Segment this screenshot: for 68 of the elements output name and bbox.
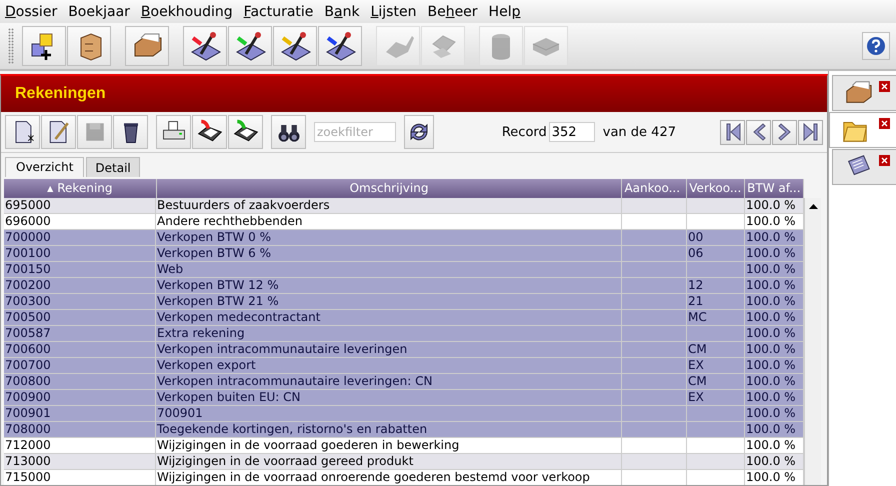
- side-tab[interactable]: [832, 149, 896, 185]
- table-cell: 100.0 %: [745, 198, 804, 214]
- table-cell: 100.0 %: [745, 438, 804, 454]
- tab[interactable]: Detail: [86, 157, 140, 177]
- side-tab[interactable]: [829, 112, 896, 148]
- toolbar-button[interactable]: [228, 115, 263, 149]
- toolbar-button[interactable]: [271, 115, 306, 149]
- sort-glyph: ▲: [47, 184, 54, 193]
- table-cell: 100.0 %: [745, 278, 804, 294]
- last-icon: [802, 122, 820, 142]
- toolbar-button[interactable]: [156, 115, 191, 149]
- first-button[interactable]: [720, 120, 745, 144]
- menu-item[interactable]: Boekhouding: [140, 4, 233, 20]
- help-button[interactable]: [862, 32, 890, 60]
- table-cell: 100.0 %: [745, 390, 804, 406]
- record-field[interactable]: 352: [548, 122, 595, 142]
- table-cell: 100.0 %: [745, 326, 804, 342]
- table-cell: 100.0 %: [745, 310, 804, 326]
- close-icon[interactable]: [879, 118, 890, 129]
- table-cell: 100.0 %: [745, 246, 804, 262]
- tab[interactable]: Overzicht: [5, 157, 84, 177]
- toolbar-button[interactable]: [183, 26, 227, 66]
- table-cell: 715000: [4, 470, 156, 485]
- scroll-up-icon: [808, 204, 818, 209]
- close-icon[interactable]: [879, 155, 890, 166]
- toolbar-button[interactable]: [192, 115, 227, 149]
- record-total: van de 427: [602, 124, 676, 140]
- table-cell: Wijzigingen in de voorraad onroerende goederen bestemd voor verkoop: [156, 470, 622, 485]
- table-cell: 100.0 %: [745, 406, 804, 422]
- side-tab[interactable]: [832, 75, 896, 111]
- table-cell: 100.0 %: [745, 422, 804, 438]
- help-icon: [866, 36, 886, 56]
- table-cell: 100.0 %: [745, 342, 804, 358]
- refresh-button[interactable]: [404, 115, 434, 149]
- menu-item[interactable]: Boekjaar: [68, 4, 130, 20]
- toolbar-button[interactable]: [67, 26, 111, 66]
- menu-item[interactable]: Lijsten: [370, 4, 416, 20]
- toolbar-button[interactable]: [318, 26, 362, 66]
- toolbar-button[interactable]: [228, 26, 272, 66]
- toolbar-button[interactable]: [113, 115, 148, 149]
- menu-item[interactable]: Beheer: [427, 4, 478, 20]
- search-field[interactable]: zoekfilter: [314, 122, 396, 142]
- last-button[interactable]: [798, 120, 823, 144]
- next-icon: [776, 122, 794, 142]
- table-cell: 100.0 %: [745, 294, 804, 310]
- menu-item[interactable]: Help: [488, 4, 520, 20]
- toolbar-button[interactable]: [125, 26, 169, 66]
- table-cell: 100.0 %: [745, 230, 804, 246]
- table-cell: 100.0 %: [745, 262, 804, 278]
- toolbar-button[interactable]: [273, 26, 317, 66]
- menu-item[interactable]: Dossier: [5, 4, 58, 20]
- table-cell: 100.0 %: [745, 470, 804, 485]
- toolbar-button[interactable]: [22, 26, 66, 66]
- menu-item[interactable]: Bank: [324, 4, 360, 20]
- record-label: Record: [502, 124, 547, 140]
- prev-button[interactable]: [746, 120, 771, 144]
- table-cell: 100.0 %: [745, 214, 804, 230]
- next-button[interactable]: [772, 120, 797, 144]
- toolbar-button[interactable]: [5, 115, 40, 149]
- table-cell: 100.0 %: [745, 454, 804, 470]
- close-icon[interactable]: [879, 81, 890, 92]
- panel-title: Rekeningen: [1, 76, 827, 112]
- table-cell: 100.0 %: [745, 374, 804, 390]
- scrollbar[interactable]: [804, 198, 821, 485]
- first-icon: [724, 122, 742, 142]
- menu-item[interactable]: Facturatie: [244, 4, 314, 20]
- table-cell: 100.0 %: [745, 358, 804, 374]
- toolbar-button[interactable]: [41, 115, 76, 149]
